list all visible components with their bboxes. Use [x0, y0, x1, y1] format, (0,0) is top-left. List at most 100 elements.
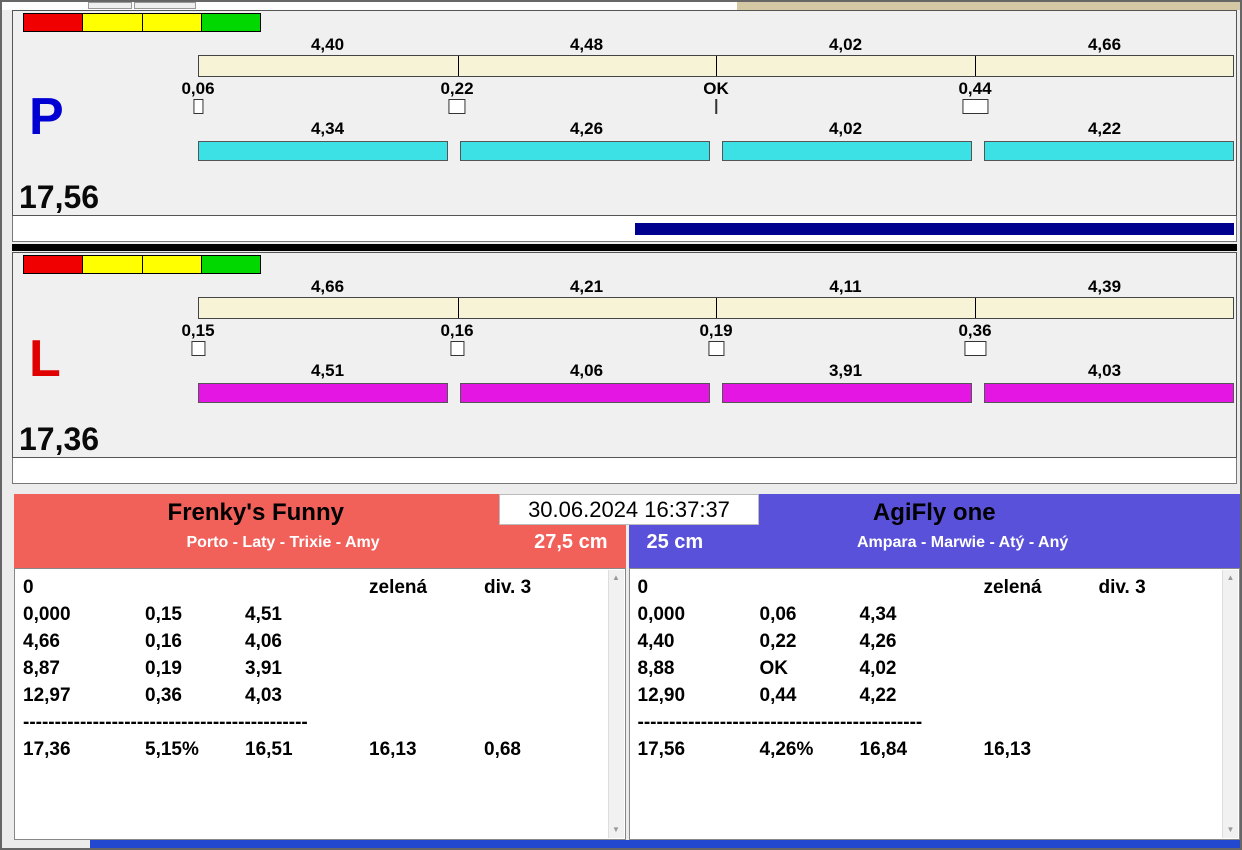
totals-row: 17,36 5,15% 16,51 16,13 0,68 — [23, 739, 599, 766]
result-cell — [1099, 631, 1214, 658]
total-cell: 4,26% — [759, 739, 814, 760]
result-cell: 4,51 — [245, 604, 282, 625]
lap-bar — [984, 383, 1234, 403]
lane-letter: L — [29, 330, 61, 388]
segment-time-value: 4,11 — [829, 277, 862, 296]
changeover-marker — [191, 341, 205, 356]
start-light-indicator — [23, 255, 261, 274]
scroll-up-arrow[interactable]: ▲ — [609, 570, 624, 586]
lap-time-value: 4,02 — [828, 119, 863, 138]
lap-bars-row — [198, 141, 1234, 161]
changeover-time: 0,16 — [440, 321, 474, 340]
start-light-indicator — [23, 13, 261, 32]
result-cell: 0,44 — [759, 685, 797, 706]
changeover-time: 0,36 — [958, 321, 992, 340]
total-cell: 16,13 — [369, 739, 417, 760]
result-cell: 0 — [23, 577, 34, 598]
result-cell — [145, 577, 245, 604]
progress-track — [12, 216, 1237, 242]
changeover-marker — [715, 99, 717, 114]
changeover-time: 0,44 — [958, 79, 992, 98]
result-cell: 0,15 — [145, 604, 182, 625]
result-cell — [860, 577, 984, 604]
scrollbar[interactable]: ▲ ▼ — [1222, 570, 1238, 838]
result-cell: 0,36 — [145, 685, 182, 706]
lane-total-time: 17,36 — [19, 421, 100, 457]
timing-strip: 4,40 4,48 4,02 4,66 0,06 0,22 OK 0,44 4,… — [181, 35, 1234, 161]
lap-bar — [460, 141, 710, 161]
changeover-gate: 0,15 — [181, 321, 215, 356]
result-cell — [369, 685, 484, 712]
timestamp: 30.06.2024 16:37:37 — [499, 494, 759, 525]
timing-app-window: { "panels": [ { "letter": "P", "letter_c… — [0, 0, 1242, 850]
team-results-right[interactable]: 0 zelená div. 3 0,000 0,06 4,34 4,40 0,2… — [628, 568, 1240, 840]
scroll-down-arrow[interactable]: ▼ — [609, 822, 624, 838]
background-window-area — [737, 2, 1240, 10]
result-cell: 3,91 — [245, 658, 282, 679]
total-cell: 16,13 — [983, 739, 1032, 760]
team-column-right: AgiFly one 25 cm Ampara - Marwie - Atý -… — [628, 494, 1240, 840]
window-tab-small[interactable] — [134, 2, 196, 9]
result-cell: 4,06 — [245, 631, 282, 652]
result-cell — [369, 631, 484, 658]
result-cell — [760, 577, 860, 604]
lap-time-value: 4,51 — [310, 361, 345, 380]
light-yellow-segment — [83, 256, 143, 273]
timing-strip: 4,66 4,21 4,11 4,39 0,15 0,16 0,19 0,36 … — [181, 277, 1234, 403]
total-cell: 16,51 — [245, 739, 293, 760]
lap-time-value: 4,34 — [310, 119, 345, 138]
scale-tick — [716, 298, 717, 318]
scale-tick — [457, 56, 459, 76]
lane-total-time: 17,56 — [19, 179, 100, 215]
result-cell — [984, 658, 1099, 685]
lap-bar — [722, 383, 972, 403]
changeover-gate: OK — [703, 79, 729, 114]
result-cell: 0 — [637, 577, 649, 598]
result-cell: 0,22 — [759, 631, 797, 652]
separator-line: ----------------------------------------… — [637, 712, 923, 733]
lap-time-value: 4,22 — [1087, 119, 1122, 138]
result-cell: 12,90 — [637, 685, 686, 706]
result-cell — [484, 604, 599, 631]
changeover-time: 0,15 — [181, 321, 215, 340]
result-row: 0,000 0,06 4,34 — [638, 604, 1214, 631]
lane-panel-l: L 4,66 4,21 4,11 4,39 0,15 0,16 0,19 0,3… — [12, 252, 1237, 484]
result-cell: 4,40 — [637, 631, 675, 652]
scroll-down-arrow[interactable]: ▼ — [1223, 822, 1238, 838]
totals-row: 17,56 4,26% 16,84 16,13 — [638, 739, 1214, 766]
light-green-segment — [201, 14, 260, 31]
result-cell: 12,97 — [23, 685, 71, 706]
taskbar-strip[interactable] — [90, 840, 1240, 848]
result-cell — [1099, 658, 1214, 685]
segment-times-row: 4,66 4,21 4,11 4,39 — [198, 277, 1234, 297]
lap-bar — [198, 141, 448, 161]
progress-track — [12, 458, 1237, 484]
result-row: 0 zelená div. 3 — [638, 577, 1214, 604]
team-results-left[interactable]: 0 zelená div. 3 0,000 0,15 4,51 4,66 0,1… — [14, 568, 626, 840]
result-cell: 0,06 — [759, 604, 797, 625]
separator-line: ----------------------------------------… — [23, 712, 308, 733]
scale-tick — [457, 298, 459, 318]
light-yellow-segment — [142, 14, 202, 31]
lane-p-box: P 4,40 4,48 4,02 4,66 0,06 0,22 OK 0,44 … — [12, 10, 1237, 216]
lap-bar — [984, 141, 1234, 161]
scroll-up-arrow[interactable]: ▲ — [1223, 570, 1238, 586]
changeover-marker — [708, 341, 724, 356]
result-cell — [369, 658, 484, 685]
lane-letter: P — [29, 88, 64, 146]
segment-time-value: 4,66 — [310, 277, 345, 296]
result-cell: 0,16 — [145, 631, 182, 652]
result-row: 4,66 0,16 4,06 — [23, 631, 599, 658]
changeover-gate: 0,44 — [958, 79, 992, 114]
result-cell — [245, 577, 369, 604]
result-row: 0,000 0,15 4,51 — [23, 604, 599, 631]
result-cell: 4,02 — [859, 658, 897, 679]
window-tab-small[interactable] — [88, 2, 132, 9]
changeover-gate: 0,16 — [440, 321, 474, 356]
lap-time-value: 3,91 — [828, 361, 863, 380]
total-cell: 17,56 — [637, 739, 686, 760]
scrollbar[interactable]: ▲ ▼ — [607, 570, 624, 838]
team-members: Ampara - Marwie - Atý - Aný — [856, 533, 1069, 551]
lap-time-value: 4,26 — [569, 119, 604, 138]
result-cell: 8,87 — [23, 658, 60, 679]
